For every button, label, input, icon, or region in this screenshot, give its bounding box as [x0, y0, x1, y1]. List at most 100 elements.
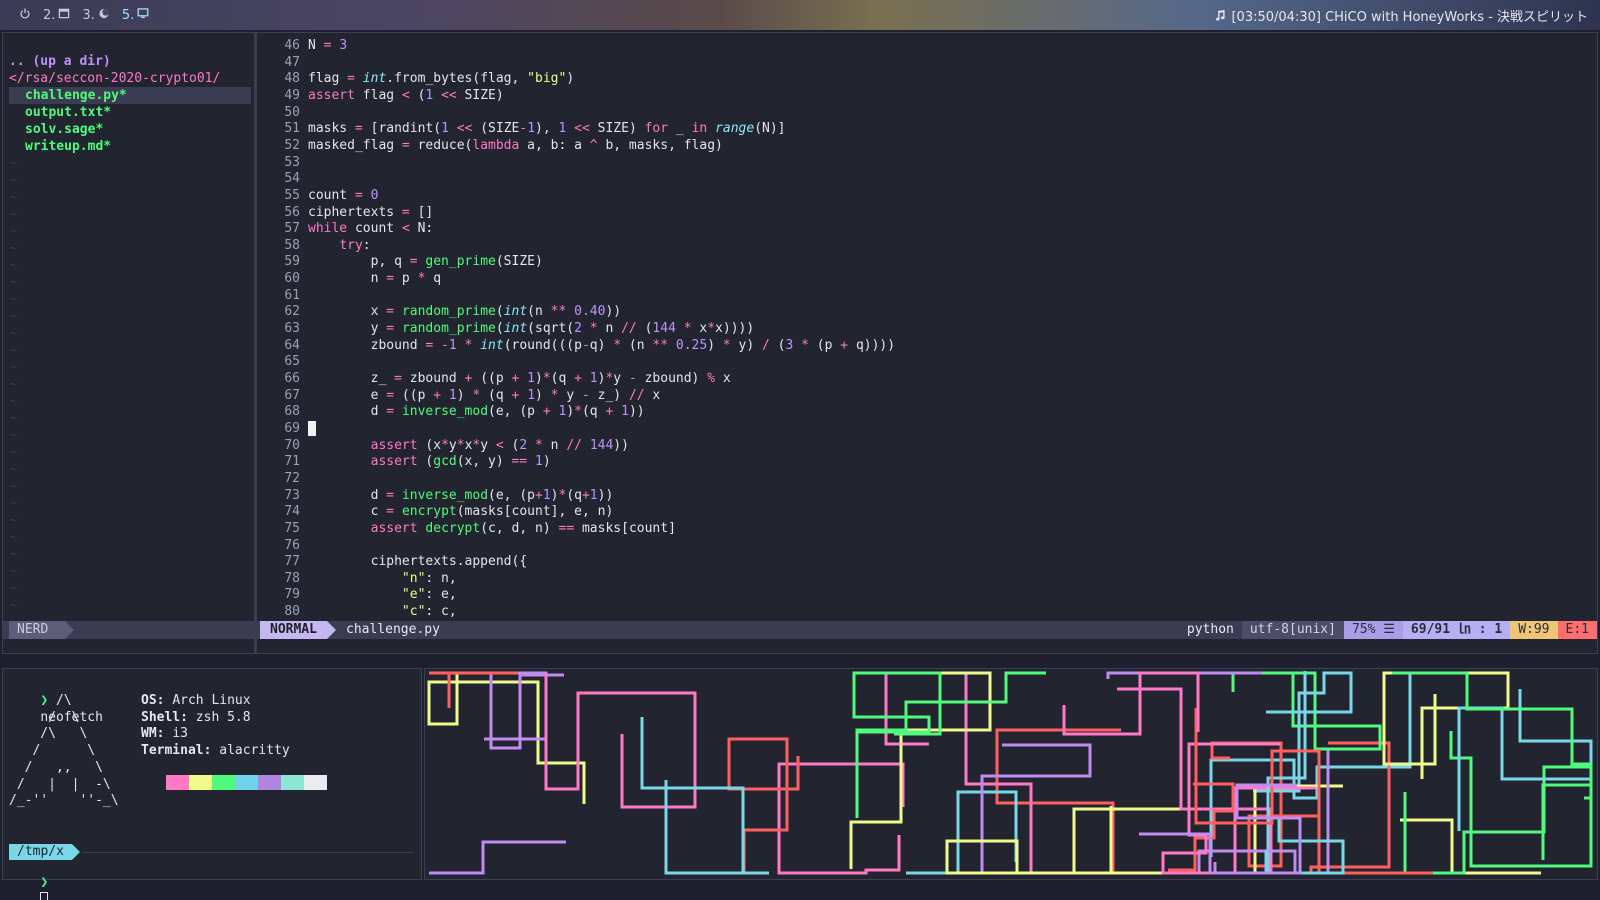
color-swatch: [235, 775, 258, 790]
code-line[interactable]: 60 n = p * q: [260, 270, 1590, 287]
code-line[interactable]: 76: [260, 537, 1590, 554]
code-text: count = 0: [308, 187, 379, 203]
code-line[interactable]: 75 assert decrypt(c, d, n) == masks[coun…: [260, 520, 1590, 537]
code-line[interactable]: 72: [260, 470, 1590, 487]
nerdtree-tag: NERD: [9, 621, 74, 639]
empty-line-tilde: ~: [9, 326, 17, 341]
code-text: ciphertexts = []: [308, 204, 434, 220]
ascii-line: / ,, \: [9, 759, 103, 775]
line-number: 67: [284, 387, 300, 403]
pipe-segment: [484, 671, 564, 750]
nerdtree-file[interactable]: output.txt*: [25, 104, 111, 121]
line-number: 79: [284, 587, 300, 603]
empty-line-tilde: ~: [9, 343, 17, 358]
ascii-line: / | | -\: [9, 776, 111, 792]
nerdtree-path[interactable]: </rsa/seccon-2020-crypto01/: [9, 70, 220, 87]
code-line[interactable]: 61: [260, 287, 1590, 304]
code-text: z_ = zbound + ((p + 1)*(q + 1)*y - zboun…: [308, 371, 731, 386]
code-text: assert (gcd(x, y) == 1): [370, 454, 551, 470]
line-number: 69: [284, 420, 300, 436]
code-text: "n": n,: [401, 570, 457, 586]
code-text: e = ((p + 1) * (q + 1) * y - z_) // x: [308, 387, 661, 403]
empty-line-tilde: ~: [9, 275, 17, 290]
top-bar: 2. 3. 5. [03:50/04:30] CHiCO with HoneyWor…: [0, 0, 1600, 30]
code-line[interactable]: 55 count = 0: [260, 187, 1590, 204]
nerdtree-file[interactable]: challenge.py*: [9, 87, 251, 104]
code-line[interactable]: 54: [260, 170, 1590, 187]
code-line[interactable]: 63 y = random_prime(int(sqrt(2 * n // (1…: [260, 320, 1590, 337]
code-line[interactable]: 70 assert (x*y*x*y < (2 * n // 144)): [260, 437, 1590, 454]
nerdtree-file[interactable]: writeup.md*: [25, 138, 111, 155]
terminal-window[interactable]: ❯ neofetch /\ / \ /\ \ / \ / ,, \ / | | …: [2, 668, 422, 900]
code-line[interactable]: 52 masked_flag = reduce(lambda a, b: a ^ …: [260, 137, 1590, 154]
vim-editor-window[interactable]: .. (up a dir) </rsa/seccon-2020-crypto01…: [2, 32, 1598, 654]
code-line[interactable]: 74 c = encrypt(masks[count], e, n): [260, 503, 1590, 520]
info-key: OS:: [141, 693, 173, 708]
monitor-icon: [137, 7, 149, 23]
color-swatch: [281, 775, 304, 790]
code-line[interactable]: 65: [260, 353, 1590, 370]
code-line[interactable]: 69: [260, 420, 1590, 437]
status-filename: challenge.py: [346, 622, 440, 637]
line-number: 51: [284, 121, 300, 137]
empty-line-tilde: ~: [9, 156, 17, 171]
code-line[interactable]: 46 N = 3: [260, 37, 1590, 54]
code-line[interactable]: 50: [260, 104, 1590, 121]
line-number: 53: [284, 154, 300, 170]
code-line[interactable]: 58 try:: [260, 237, 1590, 254]
code-line[interactable]: 78 "n": n,: [260, 570, 1590, 587]
code-line[interactable]: 80 "c": c,: [260, 603, 1590, 620]
code-buffer[interactable]: 46 N = 3 47 48 flag = int.from_bytes(flag, "…: [260, 33, 1597, 621]
code-line[interactable]: 68 d = inverse_mod(e, (p + 1)*(q + 1)): [260, 403, 1590, 420]
info-value: Arch Linux: [172, 693, 251, 708]
empty-line-tilde: ~: [9, 377, 17, 392]
code-line[interactable]: 57 while count < N:: [260, 220, 1590, 237]
pipes-animation: [427, 671, 1593, 875]
line-number: 73: [284, 487, 300, 503]
line-number: 59: [284, 254, 300, 270]
code-line[interactable]: 64 zbound = -1 * int(round(((p-q) * (n *…: [260, 337, 1590, 354]
empty-line-tilde: ~: [9, 258, 17, 273]
code-text: ciphertexts.append({: [308, 554, 528, 570]
ascii-line: /_-'' ''-_\: [9, 793, 119, 809]
workspace-5[interactable]: 5.: [122, 8, 149, 23]
status-line: NERD NORMAL challenge.py python utf-8[un…: [3, 621, 1597, 639]
workspace-3[interactable]: 3.: [82, 7, 110, 23]
info-key: WM:: [141, 726, 173, 742]
vim-mode: NORMAL: [260, 621, 336, 639]
code-text: x = random_prime(int(n ** 0.40)): [308, 304, 622, 320]
code-line[interactable]: 48 flag = int.from_bytes(flag, "big"): [260, 70, 1590, 87]
code-text: c = encrypt(masks[count], e, n): [308, 504, 614, 520]
code-line[interactable]: 79 "e": e,: [260, 586, 1590, 603]
pipe-segment: [1449, 731, 1593, 868]
code-line[interactable]: 51 masks = [randint(1 << (SIZE-1), 1 << S…: [260, 120, 1590, 137]
nerdtree-up-dir[interactable]: .. (up a dir): [9, 53, 111, 70]
code-line[interactable]: 53: [260, 154, 1590, 171]
info-value: i3: [172, 726, 188, 742]
line-number: 57: [284, 221, 300, 237]
line-number: 50: [284, 104, 300, 120]
color-swatch: [258, 775, 281, 790]
code-line[interactable]: 47: [260, 54, 1590, 71]
nerdtree-file[interactable]: solv.sage*: [25, 121, 103, 138]
workspace-label: 3.: [82, 7, 95, 23]
terminal-cursor[interactable]: [40, 892, 49, 900]
code-line[interactable]: 77 ciphertexts.append({: [260, 553, 1590, 570]
code-line[interactable]: 67 e = ((p + 1) * (q + 1) * y - z_) // x: [260, 387, 1590, 404]
workspace-label: 5.: [121, 7, 135, 23]
code-line[interactable]: 49 assert flag < (1 << SIZE): [260, 87, 1590, 104]
code-line[interactable]: 62 x = random_prime(int(n ** 0.40)): [260, 303, 1590, 320]
code-line[interactable]: 71 assert (gcd(x, y) == 1): [260, 453, 1590, 470]
code-line[interactable]: 59 p, q = gen_prime(SIZE): [260, 253, 1590, 270]
code-line[interactable]: 73 d = inverse_mod(e, (p+1)*(q+1)): [260, 487, 1590, 504]
code-text: flag = int.from_bytes(flag, "big"): [308, 71, 575, 87]
code-line[interactable]: 66 z_ = zbound + ((p + 1)*(q + 1)*y - zb…: [260, 370, 1590, 387]
info-value: alacritty: [219, 743, 290, 759]
status-warnings: W:99: [1510, 621, 1558, 639]
line-number: 76: [284, 537, 300, 553]
code-line[interactable]: 56 ciphertexts = []: [260, 204, 1590, 221]
nerdtree-panel[interactable]: .. (up a dir) </rsa/seccon-2020-crypto01…: [3, 33, 257, 653]
workspace-power[interactable]: [16, 7, 31, 23]
pipes-terminal[interactable]: [424, 668, 1598, 880]
workspace-2[interactable]: 2.: [43, 8, 70, 23]
